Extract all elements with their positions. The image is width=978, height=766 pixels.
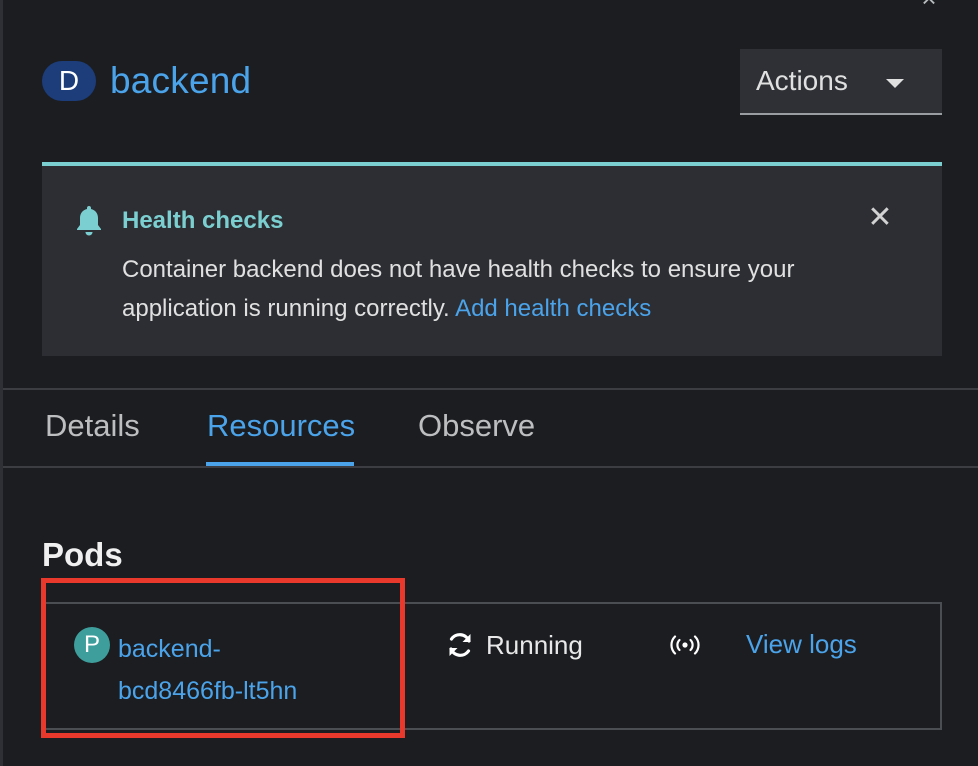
signal-icon: [670, 635, 700, 655]
alert-message: Container backend does not have health c…: [122, 250, 902, 328]
tabs-divider: [3, 466, 978, 468]
caret-down-icon: [886, 79, 904, 88]
health-checks-alert: Health checks ✕ Container backend does n…: [42, 162, 942, 356]
highlight-box: [41, 578, 405, 738]
actions-label: Actions: [756, 65, 848, 96]
close-panel-icon[interactable]: ×: [912, 0, 946, 11]
panel-left-border: [0, 0, 3, 766]
pod-status: Running: [486, 630, 583, 660]
tab-observe[interactable]: Observe: [418, 408, 535, 444]
sync-icon: [449, 633, 471, 657]
alert-close-icon[interactable]: ✕: [864, 202, 896, 234]
deployment-badge: D: [42, 61, 96, 101]
tab-details[interactable]: Details: [45, 408, 140, 444]
actions-dropdown[interactable]: Actions: [740, 49, 942, 115]
panel-header: D backend: [42, 58, 251, 104]
alert-title: Health checks: [122, 207, 284, 234]
tab-bar: Details Resources Observe: [0, 390, 978, 466]
pods-section-title: Pods: [42, 536, 123, 573]
bell-icon: [77, 206, 101, 236]
page-title: backend: [110, 60, 252, 101]
view-logs-link[interactable]: View logs: [746, 629, 857, 660]
tab-resources[interactable]: Resources: [207, 408, 355, 444]
add-health-checks-link[interactable]: Add health checks: [455, 295, 651, 322]
